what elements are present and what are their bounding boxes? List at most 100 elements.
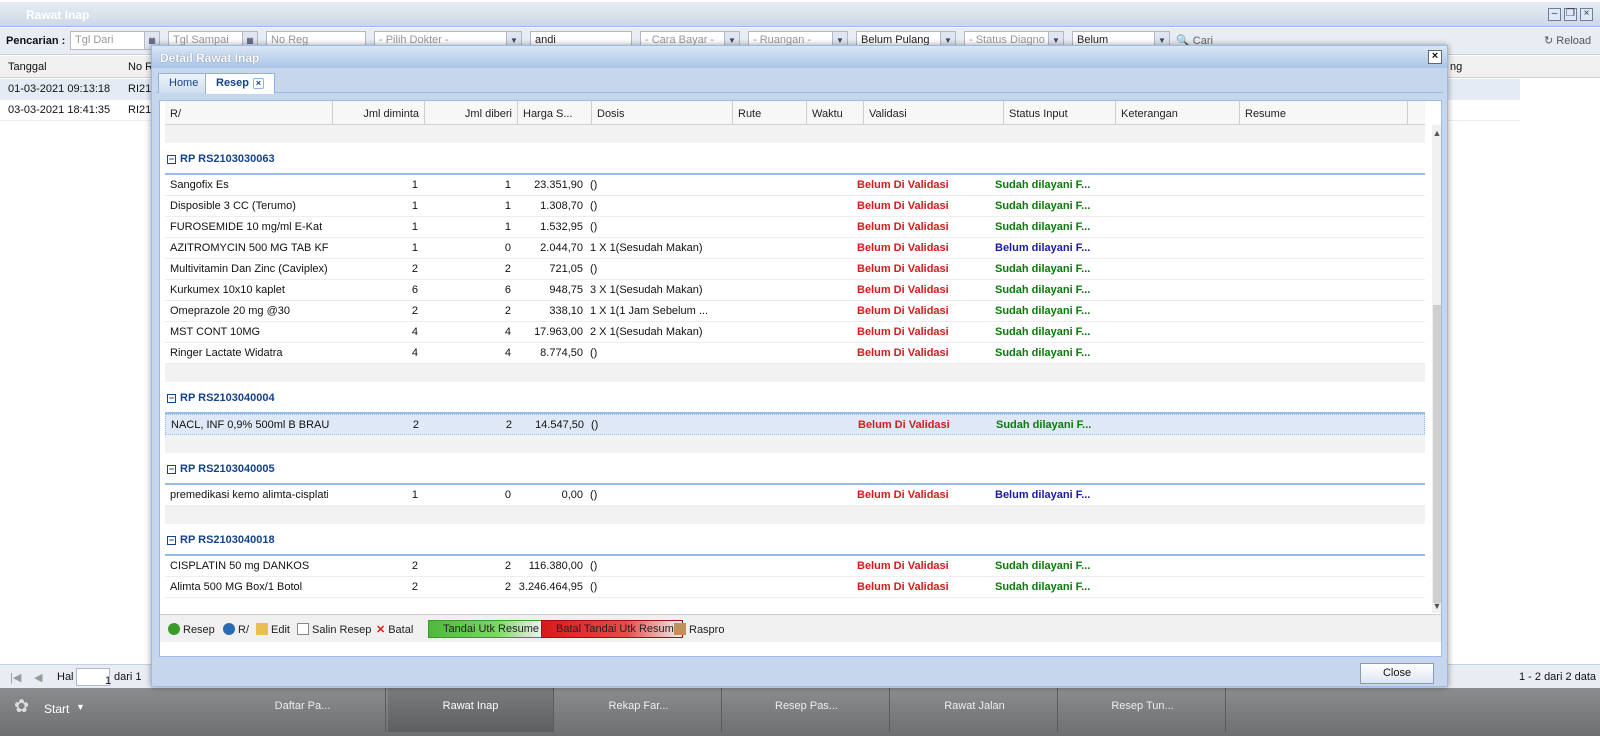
start-button[interactable]: ✿ Start ▼ — [0, 692, 94, 724]
button-label: Edit — [271, 624, 290, 636]
col-validasi[interactable]: Validasi — [864, 101, 1004, 125]
group-header[interactable]: − RP RS2103040018 — [165, 524, 1425, 556]
scroll-down-icon[interactable]: ▼ — [1432, 601, 1441, 613]
add-r-button[interactable]: R/ — [223, 623, 249, 636]
table-row[interactable]: Alimta 500 MG Box/1 Botol 2 2 3.246.464,95 (… — [165, 577, 1425, 598]
vertical-scrollbar[interactable]: ▲ ▼ — [1432, 125, 1441, 613]
col-keterangan[interactable]: Keterangan — [1116, 101, 1240, 125]
collapse-icon[interactable]: − — [167, 465, 176, 474]
page-input[interactable]: 1 — [76, 668, 111, 687]
dialog-title: Detail Rawat Inap — [160, 51, 260, 65]
button-label: Raspro — [689, 624, 725, 636]
cell-diminta: 4 — [411, 347, 418, 359]
group-header[interactable]: − RP RS2103040005 — [165, 453, 1425, 485]
task-rekap-farmasi[interactable]: Rekap Far... — [556, 688, 722, 732]
cell-diberi: 2 — [504, 560, 511, 572]
col-jml-diberi[interactable]: Jml diberi — [425, 101, 518, 125]
col-jml-diminta[interactable]: Jml diminta — [333, 101, 425, 125]
table-row[interactable]: FUROSEMIDE 10 mg/ml E-Kat 1 1 1.532,95 () Bel… — [165, 217, 1425, 238]
table-row[interactable]: Sangofix Es 1 1 23.351,90 () Belum Di Validas… — [165, 175, 1425, 196]
table-row[interactable]: Kurkumex 10x10 kaplet 6 6 948,75 3 X 1(Sesud… — [165, 280, 1425, 301]
table-row[interactable]: MST CONT 10MG 4 4 17.963,00 2 X 1(Sesudah Ma… — [165, 322, 1425, 343]
cell-harga: 338,10 — [549, 305, 583, 317]
col-waktu[interactable]: Waktu — [807, 101, 864, 125]
cell-validasi: Belum Di Validasi — [857, 200, 949, 212]
table-row[interactable]: Ringer Lactate Widatra 4 4 8.774,50 () Belum … — [165, 343, 1425, 364]
tab-close-icon[interactable]: × — [253, 78, 265, 89]
tab-label: Home — [169, 77, 199, 89]
task-daftar-pasien[interactable]: Daftar Pa... — [220, 688, 386, 732]
first-page-icon[interactable]: |◀ — [10, 671, 21, 684]
cell-diberi: 2 — [505, 419, 512, 431]
table-row[interactable]: NACL, INF 0,9% 500ml B BRAUN 2 2 14.547,50 (… — [165, 414, 1425, 435]
collapse-icon[interactable]: − — [167, 536, 176, 545]
cell-name: Kurkumex 10x10 kaplet — [170, 284, 285, 296]
table-row[interactable]: premedikasi kemo alimta-cisplatin 1 0 0,00 (… — [165, 485, 1425, 506]
cell-name: NACL, INF 0,9% 500ml B BRAUN — [171, 419, 329, 431]
page-total: dari 1 — [114, 671, 142, 683]
raspro-button[interactable]: Raspro — [674, 623, 724, 636]
grid-body: − RP RS2103030063 Sangofix Es 1 1 23.351,90()… — [165, 125, 1425, 613]
cell-diberi: 2 — [504, 581, 511, 593]
batal-button[interactable]: ✕ Batal — [376, 623, 413, 636]
cell-status-input: Belum dilayani F... — [995, 489, 1091, 501]
cell-dosis: 1 X 1(Sesudah Makan) — [590, 242, 703, 254]
salin-resep-button[interactable]: Salin Resep — [297, 623, 371, 636]
col-resume[interactable]: Resume — [1240, 101, 1408, 125]
group-title: RP RS2103040018 — [180, 534, 275, 546]
cell-diberi: 1 — [504, 179, 511, 191]
reload-label: Reload — [1556, 35, 1592, 47]
col-rute[interactable]: Rute — [733, 101, 807, 125]
task-rawat-jalan[interactable]: Rawat Jalan — [892, 688, 1058, 732]
scroll-thumb[interactable] — [1433, 305, 1441, 603]
table-row[interactable]: Omeprazole 20 mg @30 2 2 338,10 1 X 1(1 Jam … — [165, 301, 1425, 322]
close-icon[interactable]: × — [1428, 50, 1442, 64]
col-tanggal[interactable]: Tanggal — [8, 61, 47, 73]
cell-validasi: Belum Di Validasi — [857, 489, 949, 501]
tab-label: Resep — [216, 77, 250, 89]
collapse-icon[interactable]: − — [167, 394, 176, 403]
col-status-input[interactable]: Status Input — [1004, 101, 1116, 125]
col-last[interactable]: ng — [1450, 61, 1462, 73]
cell-dosis: () — [590, 263, 598, 275]
cell-harga: 116.380,00 — [528, 560, 583, 572]
minimize-icon[interactable]: – — [1548, 8, 1561, 21]
window-title: Rawat Inap — [26, 8, 90, 22]
group-spacer — [165, 364, 1425, 382]
cell-validasi: Belum Di Validasi — [857, 284, 949, 296]
col-dosis[interactable]: Dosis — [592, 101, 733, 125]
dialog-titlebar[interactable]: Detail Rawat Inap × — [152, 46, 1447, 68]
table-row[interactable]: AZITROMYCIN 500 MG TAB KF 1 0 2.044,70 1 X 1… — [165, 238, 1425, 259]
close-button[interactable]: Close — [1360, 663, 1434, 684]
tab-resep[interactable]: Resep × — [205, 73, 276, 94]
group-title: RP RS2103030063 — [180, 153, 275, 165]
tandai-resume-button[interactable]: Tandai Utk Resume — [428, 620, 542, 638]
search-label: Pencarian : — [6, 35, 66, 47]
tgl-dari-field[interactable]: Tgl Dari ▦ — [70, 31, 160, 50]
cell-diberi: 2 — [504, 263, 511, 275]
table-row[interactable]: CISPLATIN 50 mg DANKOS 2 2 116.380,00 () Belu… — [165, 556, 1425, 577]
cell-name: Alimta 500 MG Box/1 Botol — [170, 581, 303, 593]
task-resep-tunai[interactable]: Resep Tun... — [1060, 688, 1226, 732]
record-range: 1 - 2 dari 2 data — [1519, 671, 1597, 683]
add-resep-button[interactable]: Resep — [168, 623, 215, 636]
prev-page-icon[interactable]: ◀ — [34, 671, 42, 684]
col-r[interactable]: R/ — [165, 101, 333, 125]
reload-button[interactable]: ↻ Reload — [1544, 34, 1591, 47]
group-header[interactable]: − RP RS2103030063 — [165, 143, 1425, 175]
restore-icon[interactable]: ❐ — [1564, 8, 1577, 21]
table-row[interactable]: Multivitamin Dan Zinc (Caviplex) 2 2 721,05… — [165, 259, 1425, 280]
col-harga[interactable]: Harga S... — [518, 101, 592, 125]
scroll-up-icon[interactable]: ▲ — [1432, 128, 1441, 140]
edit-button[interactable]: Edit — [256, 623, 290, 636]
tab-home[interactable]: Home — [158, 73, 210, 93]
cell-harga: 3.246.464,95 — [518, 581, 583, 593]
table-row[interactable]: Disposible 3 CC (Terumo) 1 1 1.308,70 () Belu… — [165, 196, 1425, 217]
batal-tandai-resume-button[interactable]: Batal Tandai Utk Resume — [541, 620, 683, 638]
cell-dosis: 3 X 1(Sesudah Makan) — [590, 284, 703, 296]
collapse-icon[interactable]: − — [167, 155, 176, 164]
task-resep-pasien[interactable]: Resep Pas... — [724, 688, 890, 732]
task-rawat-inap[interactable]: Rawat Inap — [388, 688, 554, 732]
close-icon[interactable]: × — [1580, 8, 1593, 21]
group-header[interactable]: − RP RS2103040004 — [165, 382, 1425, 414]
